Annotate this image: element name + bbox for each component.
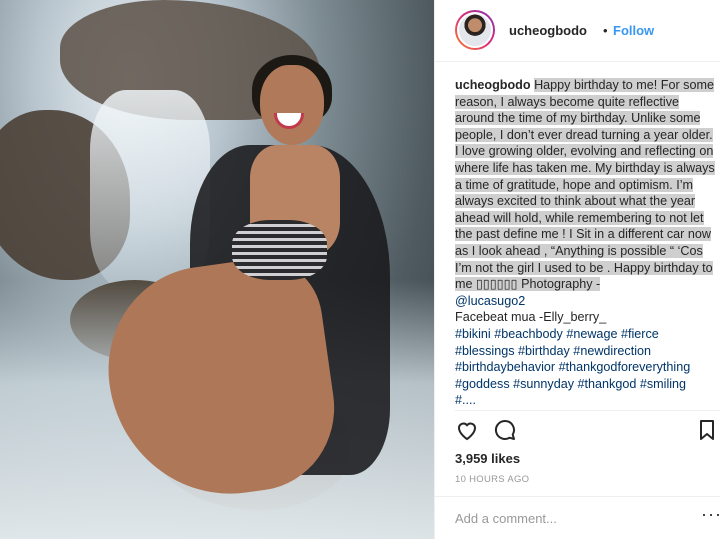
hashtag-line[interactable]: #birthdaybehavior #thankgodforeverything (455, 359, 717, 376)
caption: ucheogbodo Happy birthday to me! For som… (455, 77, 717, 409)
follow-button[interactable]: Follow (613, 23, 654, 38)
avatar[interactable] (455, 10, 495, 50)
post-photo[interactable] (0, 0, 434, 539)
comment-input[interactable] (455, 508, 690, 528)
hashtag-line[interactable]: #goddess #sunnyday #thankgod #smiling (455, 376, 717, 393)
caption-text: Happy birthday to me! For some reason, I… (455, 78, 715, 292)
action-bar (455, 418, 720, 444)
striped-bikini (232, 220, 327, 280)
timestamp[interactable]: 10 HOURS AGO (455, 474, 529, 485)
hashtag-line[interactable]: #.... (455, 392, 717, 409)
face (260, 65, 324, 145)
comment-icon[interactable] (493, 418, 519, 444)
like-count[interactable]: 3,959 likes (455, 451, 520, 466)
photographer-link[interactable]: @lucasugo2 (455, 294, 525, 308)
avatar-image (457, 12, 493, 48)
divider (435, 496, 720, 497)
divider (455, 410, 720, 411)
caption-username[interactable]: ucheogbodo (455, 78, 531, 92)
woman-figure (95, 55, 390, 510)
post-sidebar: ucheogbodo • Follow ucheogbodo Happy bir… (434, 0, 720, 539)
separator-dot: • (603, 23, 608, 38)
heart-icon[interactable] (455, 418, 481, 444)
photography-label: Photography - (517, 277, 601, 292)
post-header: ucheogbodo • Follow (435, 0, 720, 62)
hashtag-line[interactable]: #bikini #beachbody #newage #fierce (455, 326, 717, 343)
more-options-icon[interactable]: ··· (701, 504, 720, 525)
header-username[interactable]: ucheogbodo (509, 23, 587, 38)
makeup-credit: Facebeat mua -Elly_berry_ (455, 310, 607, 325)
hashtag-line[interactable]: #blessings #birthday #newdirection (455, 343, 717, 360)
bookmark-icon[interactable] (695, 418, 720, 444)
